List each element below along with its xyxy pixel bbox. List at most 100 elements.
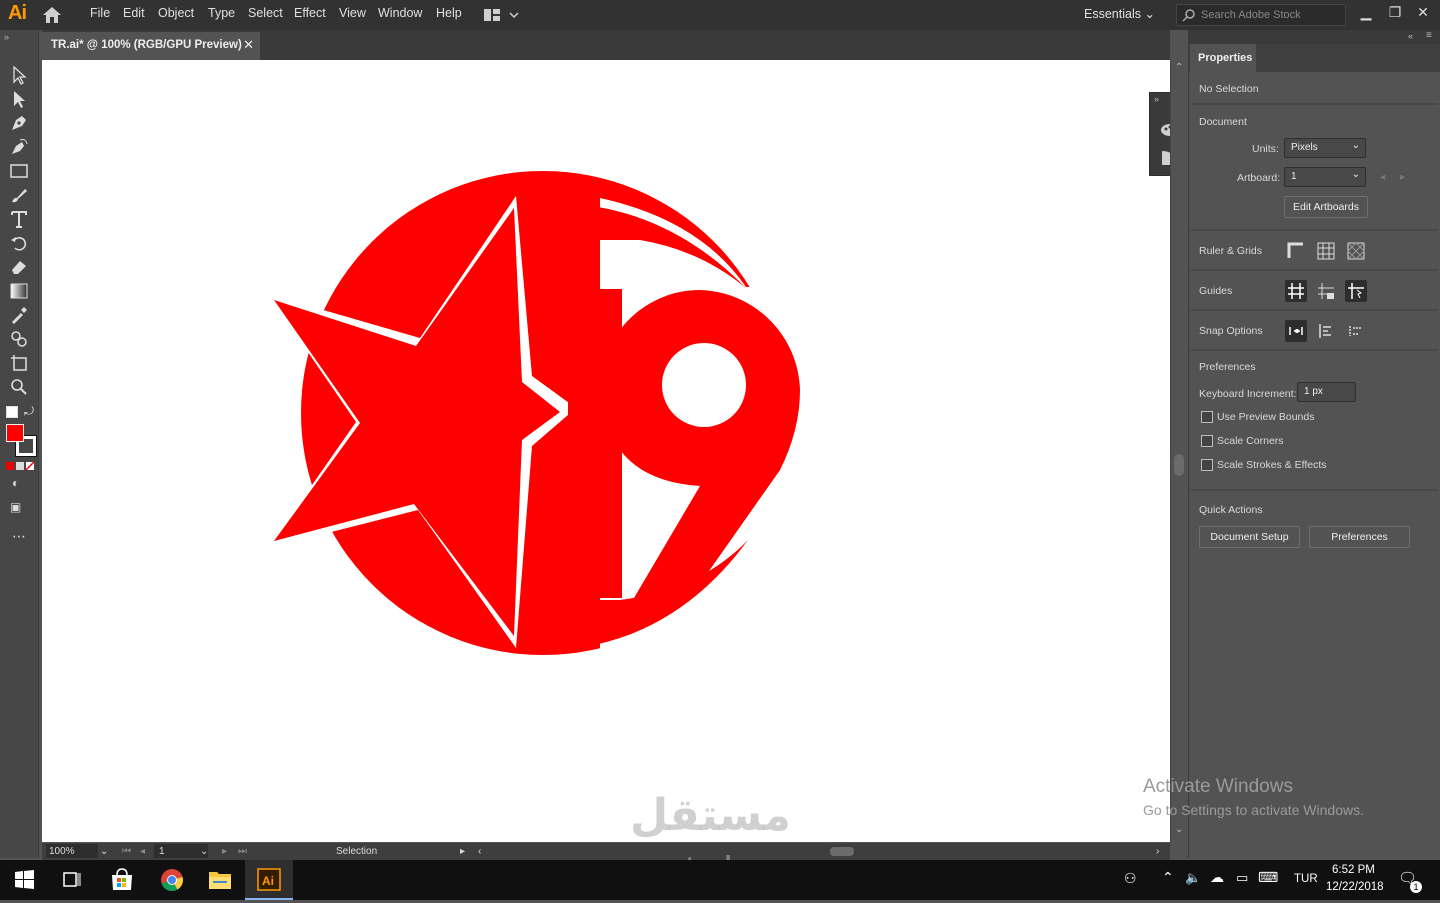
first-artboard-icon[interactable]: ⏮ bbox=[122, 846, 131, 857]
vertical-scroll-thumb[interactable] bbox=[1174, 454, 1184, 476]
close-document-icon[interactable]: ✕ bbox=[243, 37, 254, 53]
next-artboard-icon[interactable]: ▸ bbox=[222, 846, 227, 857]
home-icon[interactable] bbox=[40, 5, 64, 25]
expand-panels-icon[interactable]: » bbox=[1154, 94, 1159, 104]
menu-type[interactable]: Type bbox=[208, 6, 235, 20]
more-tools-icon[interactable]: ⋯ bbox=[12, 528, 26, 545]
artboard-canvas[interactable] bbox=[42, 60, 1170, 842]
snap-to-pixel-icon[interactable] bbox=[1315, 320, 1337, 342]
menu-view[interactable]: View bbox=[339, 6, 366, 20]
menu-help[interactable]: Help bbox=[436, 6, 462, 20]
workspace-switcher[interactable]: Essentials ⌄ bbox=[1084, 6, 1155, 21]
illustrator-taskbar-icon[interactable]: Ai bbox=[245, 860, 293, 900]
grid-icon[interactable] bbox=[1315, 240, 1337, 262]
minimize-button[interactable]: ▁ bbox=[1356, 4, 1376, 22]
swap-colors-icon[interactable]: ⤾ bbox=[24, 404, 34, 419]
gradient-tool-icon[interactable] bbox=[8, 280, 32, 302]
artboard-select[interactable]: 1 ⌄ bbox=[1284, 167, 1366, 187]
scale-strokes-checkbox[interactable] bbox=[1201, 459, 1213, 471]
zoom-dropdown-icon[interactable]: ⌄ bbox=[100, 846, 108, 857]
clock-date[interactable]: 12/22/2018 bbox=[1326, 881, 1384, 893]
people-icon[interactable]: ⚇ bbox=[1124, 870, 1137, 887]
edit-artboards-button[interactable]: Edit Artboards bbox=[1284, 196, 1368, 218]
shape-builder-tool-icon[interactable] bbox=[8, 328, 32, 350]
zoom-tool-icon[interactable] bbox=[8, 376, 32, 398]
close-window-button[interactable]: ✕ bbox=[1413, 4, 1433, 22]
store-icon[interactable] bbox=[98, 860, 146, 900]
logo-artwork[interactable] bbox=[42, 60, 1170, 842]
last-artboard-icon[interactable]: ⏭ bbox=[238, 846, 247, 857]
divider bbox=[1190, 349, 1438, 351]
collapse-panel-icon[interactable]: » bbox=[4, 32, 9, 42]
file-explorer-icon[interactable] bbox=[196, 860, 244, 900]
keyboard-icon[interactable]: ⌨ bbox=[1258, 869, 1278, 886]
restore-button[interactable]: ❐ bbox=[1385, 4, 1405, 22]
current-tool-status: Selection bbox=[336, 846, 378, 857]
language-indicator[interactable]: TUR bbox=[1294, 873, 1318, 885]
eraser-tool-icon[interactable] bbox=[8, 256, 32, 278]
use-preview-bounds-checkbox[interactable] bbox=[1201, 411, 1213, 423]
screen-mode-icon[interactable]: ▣ bbox=[10, 500, 21, 514]
next-artboard-icon[interactable]: ▸ bbox=[1400, 171, 1405, 183]
scale-corners-checkbox[interactable] bbox=[1201, 435, 1213, 447]
panel-menu-icon[interactable]: ≡ bbox=[1426, 30, 1432, 41]
show-guides-icon[interactable] bbox=[1285, 280, 1307, 302]
svg-text:Ai: Ai bbox=[262, 874, 274, 888]
snap-to-glyph-icon[interactable] bbox=[1345, 320, 1367, 342]
draw-mode-icon[interactable]: ◐ bbox=[12, 476, 19, 490]
tools-panel: » ⤾ ◐ ▣ ⋯ bbox=[0, 30, 39, 858]
document-setup-button[interactable]: Document Setup bbox=[1199, 526, 1300, 548]
transparency-grid-icon[interactable] bbox=[1345, 240, 1367, 262]
menu-bar: Ai File Edit Object Type Select Effect V… bbox=[0, 0, 1440, 30]
rotate-tool-icon[interactable] bbox=[8, 232, 32, 254]
volume-icon[interactable]: 🔈 bbox=[1185, 870, 1201, 886]
selection-tool-icon[interactable] bbox=[8, 64, 32, 86]
menu-select[interactable]: Select bbox=[248, 6, 283, 20]
eyedropper-tool-icon[interactable] bbox=[8, 304, 32, 326]
smart-guides-icon[interactable] bbox=[1345, 280, 1367, 302]
paintbrush-tool-icon[interactable] bbox=[8, 184, 32, 206]
snap-to-point-icon[interactable] bbox=[1285, 320, 1307, 342]
document-tab[interactable]: TR.ai* @ 100% (RGB/GPU Preview) ✕ bbox=[42, 32, 260, 60]
curvature-tool-icon[interactable] bbox=[8, 136, 32, 158]
units-select[interactable]: Pixels ⌄ bbox=[1284, 138, 1366, 158]
menu-edit[interactable]: Edit bbox=[123, 6, 145, 20]
task-view-icon[interactable] bbox=[48, 860, 96, 900]
type-tool-icon[interactable] bbox=[8, 208, 32, 230]
chrome-icon[interactable] bbox=[148, 860, 196, 900]
pen-tool-icon[interactable] bbox=[8, 112, 32, 134]
start-button[interactable] bbox=[0, 860, 48, 900]
prev-artboard-icon[interactable]: ◂ bbox=[140, 846, 145, 857]
artboard-dropdown-icon[interactable]: ⌄ bbox=[200, 846, 208, 857]
keyboard-increment-field[interactable]: 1 px bbox=[1297, 382, 1356, 402]
status-menu-icon[interactable]: ▸ bbox=[460, 846, 465, 857]
arrange-documents-icon[interactable] bbox=[482, 6, 522, 24]
zoom-level-field[interactable]: 100% bbox=[46, 844, 98, 858]
menu-file[interactable]: File bbox=[90, 6, 110, 20]
menu-effect[interactable]: Effect bbox=[294, 6, 326, 20]
collapse-dock-icon[interactable]: « bbox=[1408, 31, 1413, 41]
ruler-icon[interactable] bbox=[1285, 240, 1307, 262]
rectangle-tool-icon[interactable] bbox=[8, 160, 32, 182]
show-hidden-icons-icon[interactable]: ⌃ bbox=[1162, 869, 1174, 886]
menu-object[interactable]: Object bbox=[158, 6, 194, 20]
color-mode-icons[interactable] bbox=[6, 460, 35, 471]
vertical-scrollbar[interactable]: ⌃ ⌄ bbox=[1170, 60, 1189, 842]
artboard-tool-icon[interactable] bbox=[8, 352, 32, 374]
document-tab-title: TR.ai* @ 100% (RGB/GPU Preview) bbox=[51, 39, 242, 51]
onedrive-icon[interactable]: ☁ bbox=[1210, 869, 1224, 886]
stock-search-input[interactable]: Search Adobe Stock bbox=[1176, 4, 1346, 26]
lock-guides-icon[interactable] bbox=[1315, 280, 1337, 302]
tab-properties[interactable]: Properties bbox=[1190, 44, 1256, 72]
network-icon[interactable]: ▭ bbox=[1236, 870, 1248, 886]
default-colors-icon[interactable] bbox=[6, 406, 18, 418]
menu-window[interactable]: Window bbox=[378, 6, 422, 20]
horizontal-scroll-thumb[interactable] bbox=[830, 847, 854, 856]
fill-color-swatch[interactable] bbox=[6, 424, 24, 442]
clock-time[interactable]: 6:52 PM bbox=[1332, 864, 1375, 876]
hscroll-left-icon[interactable]: ‹ bbox=[478, 846, 481, 857]
preferences-button[interactable]: Preferences bbox=[1309, 526, 1410, 548]
direct-selection-tool-icon[interactable] bbox=[8, 88, 32, 110]
hscroll-right-icon[interactable]: › bbox=[1156, 846, 1159, 857]
prev-artboard-icon[interactable]: ◂ bbox=[1380, 171, 1385, 183]
